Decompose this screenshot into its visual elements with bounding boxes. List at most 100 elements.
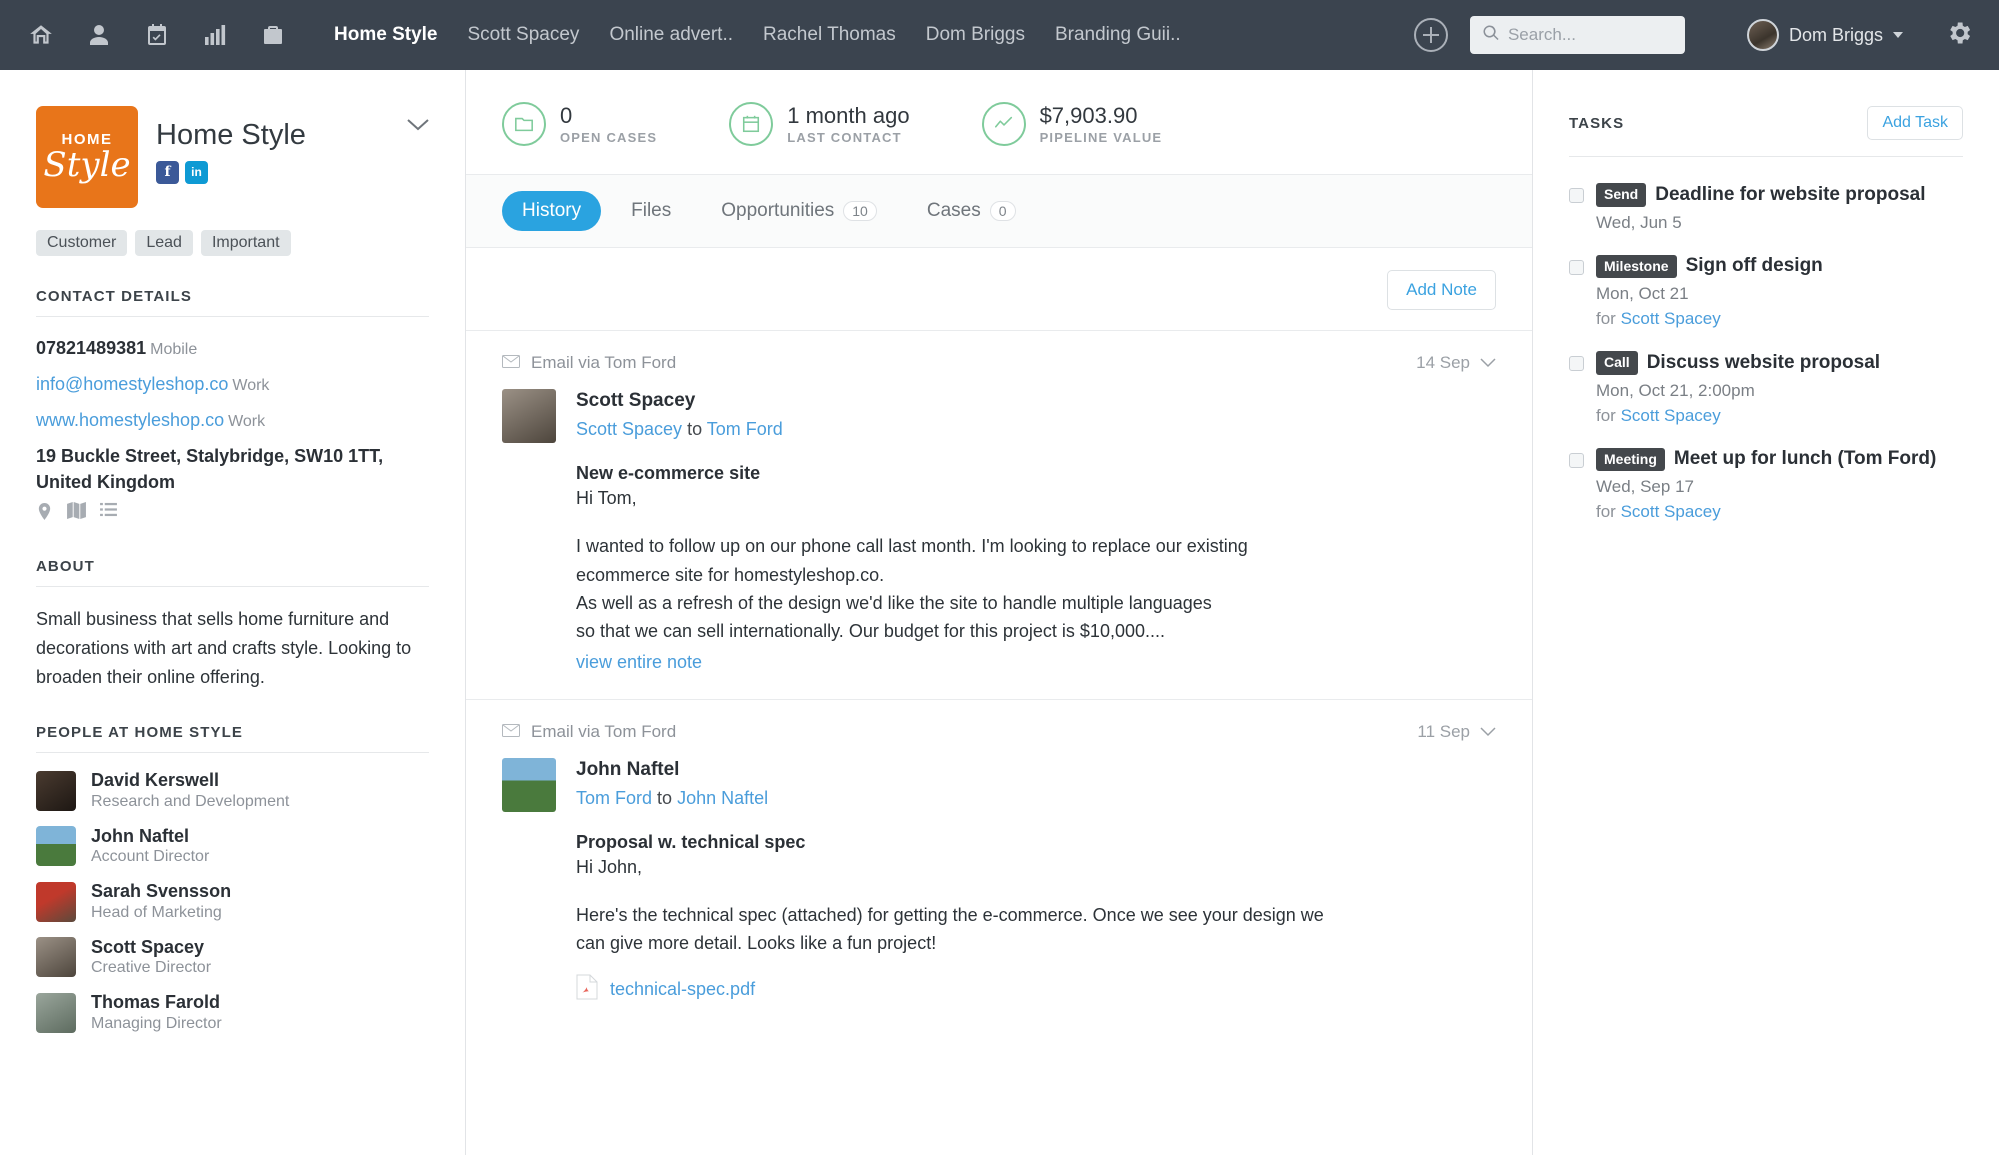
view-entire-note-link[interactable]: view entire note xyxy=(576,652,702,673)
map-pin-icon[interactable] xyxy=(36,502,53,526)
tag-lead[interactable]: Lead xyxy=(135,230,193,256)
briefcase-icon[interactable] xyxy=(258,20,288,50)
person-icon[interactable] xyxy=(84,20,114,50)
nav-tab-online-advert[interactable]: Online advert.. xyxy=(609,24,733,46)
feed-source: Email via Tom Ford xyxy=(502,722,676,742)
chart-icon[interactable] xyxy=(200,20,230,50)
feed-date-toggle[interactable]: 14 Sep xyxy=(1416,353,1496,373)
task-title[interactable]: Discuss website proposal xyxy=(1647,352,1880,374)
list-item[interactable]: David Kerswell Research and Development xyxy=(36,769,429,812)
list-item: Meeting Meet up for lunch (Tom Ford) Wed… xyxy=(1569,447,1963,523)
task-title[interactable]: Deadline for website proposal xyxy=(1655,184,1925,206)
tab-opportunities[interactable]: Opportunities 10 xyxy=(701,191,897,231)
task-title[interactable]: Sign off design xyxy=(1686,255,1823,277)
list-item[interactable]: John Naftel Account Director xyxy=(36,825,429,868)
task-list: Send Deadline for website proposal Wed, … xyxy=(1569,183,1963,522)
feed-item-header: Email via Tom Ford 14 Sep xyxy=(502,353,1496,373)
list-icon[interactable] xyxy=(100,502,117,526)
list-item[interactable]: Sarah Svensson Head of Marketing xyxy=(36,880,429,923)
feed-route-to[interactable]: John Naftel xyxy=(677,788,768,808)
status-badge: Call xyxy=(1596,351,1638,375)
task-date: Mon, Oct 21 xyxy=(1596,284,1689,303)
calendar-icon[interactable] xyxy=(142,20,172,50)
person-role: Creative Director xyxy=(91,959,212,977)
tab-history[interactable]: History xyxy=(502,191,602,231)
attachment[interactable]: technical-spec.pdf xyxy=(576,974,1496,1005)
feed-route-from[interactable]: Scott Spacey xyxy=(576,419,682,439)
tab-label: Files xyxy=(631,200,672,221)
calendar-icon xyxy=(729,102,774,146)
home-icon[interactable] xyxy=(26,20,56,50)
pdf-file-icon xyxy=(576,974,598,1005)
contact-label-email: Work xyxy=(232,376,270,394)
linkedin-icon[interactable]: in xyxy=(185,160,208,184)
contact-address: 19 Buckle Street, Stalybridge, SW10 1TT,… xyxy=(36,445,384,492)
contact-value-website[interactable]: www.homestyleshop.co xyxy=(36,410,224,430)
feed-item-content: John Naftel Tom Ford to John Naftel Prop… xyxy=(576,758,1496,1005)
facebook-icon[interactable]: f xyxy=(156,160,179,184)
task-checkbox[interactable] xyxy=(1569,452,1584,468)
feed-route: Scott Spacey to Tom Ford xyxy=(576,419,1496,440)
address-action-icons xyxy=(36,501,429,526)
avatar xyxy=(502,389,556,443)
tab-cases[interactable]: Cases 0 xyxy=(907,191,1036,231)
user-menu[interactable]: Dom Briggs xyxy=(1746,19,1903,51)
stat-label: PIPELINE VALUE xyxy=(1039,130,1163,146)
task-title-row: Milestone Sign off design xyxy=(1596,254,1963,278)
task-assignee-link[interactable]: Scott Spacey xyxy=(1621,502,1721,521)
list-item[interactable]: Thomas Farold Managing Director xyxy=(36,991,429,1034)
collapse-panel-chevron-down-icon[interactable] xyxy=(407,106,429,137)
feed-route-from[interactable]: Tom Ford xyxy=(576,788,652,808)
nav-tab-branding-guide[interactable]: Branding Guii.. xyxy=(1055,24,1181,46)
list-item[interactable]: Scott Spacey Creative Director xyxy=(36,936,429,979)
gear-icon[interactable] xyxy=(1945,19,1973,52)
nav-tab-home-style[interactable]: Home Style xyxy=(334,24,437,46)
search-input[interactable] xyxy=(1507,25,1673,45)
feed-source-label: Email via Tom Ford xyxy=(531,721,677,741)
search-box[interactable] xyxy=(1469,16,1685,54)
task-date: Wed, Sep 17 xyxy=(1596,477,1694,496)
feed-item-body: Scott Spacey Scott Spacey to Tom Ford Ne… xyxy=(502,389,1496,673)
feed-route-to[interactable]: Tom Ford xyxy=(707,419,783,439)
person-role: Managing Director xyxy=(91,1014,222,1032)
task-checkbox[interactable] xyxy=(1569,356,1584,371)
feed-route-joiner: to xyxy=(657,787,673,808)
task-content: Call Discuss website proposal Mon, Oct 2… xyxy=(1596,351,1963,426)
tag-customer[interactable]: Customer xyxy=(36,230,128,256)
task-title[interactable]: Meet up for lunch (Tom Ford) xyxy=(1674,448,1936,470)
contact-row-mobile: 07821489381 Mobile xyxy=(36,335,429,363)
map-fold-icon[interactable] xyxy=(67,501,86,526)
tab-files[interactable]: Files xyxy=(611,191,691,231)
add-note-button[interactable]: Add Note xyxy=(1387,270,1496,310)
contact-value-email[interactable]: info@homestyleshop.co xyxy=(36,374,228,394)
status-badge: Send xyxy=(1596,183,1647,207)
person-name: Scott Spacey xyxy=(91,936,205,957)
tab-label: Cases xyxy=(926,200,981,221)
nav-tab-dom-briggs[interactable]: Dom Briggs xyxy=(926,24,1025,46)
nav-tab-scott-spacey[interactable]: Scott Spacey xyxy=(467,24,579,46)
feed-subject: Proposal w. technical spec xyxy=(576,831,806,852)
contact-details-list: 07821489381 Mobile info@homestyleshop.co W… xyxy=(36,335,429,526)
add-new-button[interactable] xyxy=(1413,18,1448,52)
feed-date-toggle[interactable]: 11 Sep xyxy=(1417,722,1496,742)
nav-tab-rachel-thomas[interactable]: Rachel Thomas xyxy=(763,24,896,46)
tab-label: Opportunities xyxy=(721,200,835,221)
tag-important[interactable]: Important xyxy=(200,230,291,256)
history-feed: Email via Tom Ford 14 Sep Scott Spacey S… xyxy=(466,330,1532,1155)
tasks-header: TASKS Add Task xyxy=(1569,106,1963,157)
contact-value-mobile: 07821489381 xyxy=(36,338,147,358)
tab-label: History xyxy=(522,200,582,221)
email-icon xyxy=(502,353,520,373)
add-task-button[interactable]: Add Task xyxy=(1867,106,1963,140)
task-assignee-link[interactable]: Scott Spacey xyxy=(1621,406,1721,425)
contact-row-email: info@homestyleshop.co Work xyxy=(36,371,429,399)
task-checkbox[interactable] xyxy=(1569,259,1584,275)
attachment-name[interactable]: technical-spec.pdf xyxy=(610,979,755,1000)
stat-label: OPEN CASES xyxy=(560,130,658,146)
avatar xyxy=(1746,19,1779,51)
nav-icon-group xyxy=(26,20,288,50)
task-assignee-link[interactable]: Scott Spacey xyxy=(1621,309,1721,328)
task-checkbox[interactable] xyxy=(1569,188,1584,203)
person-role: Account Director xyxy=(91,848,210,866)
